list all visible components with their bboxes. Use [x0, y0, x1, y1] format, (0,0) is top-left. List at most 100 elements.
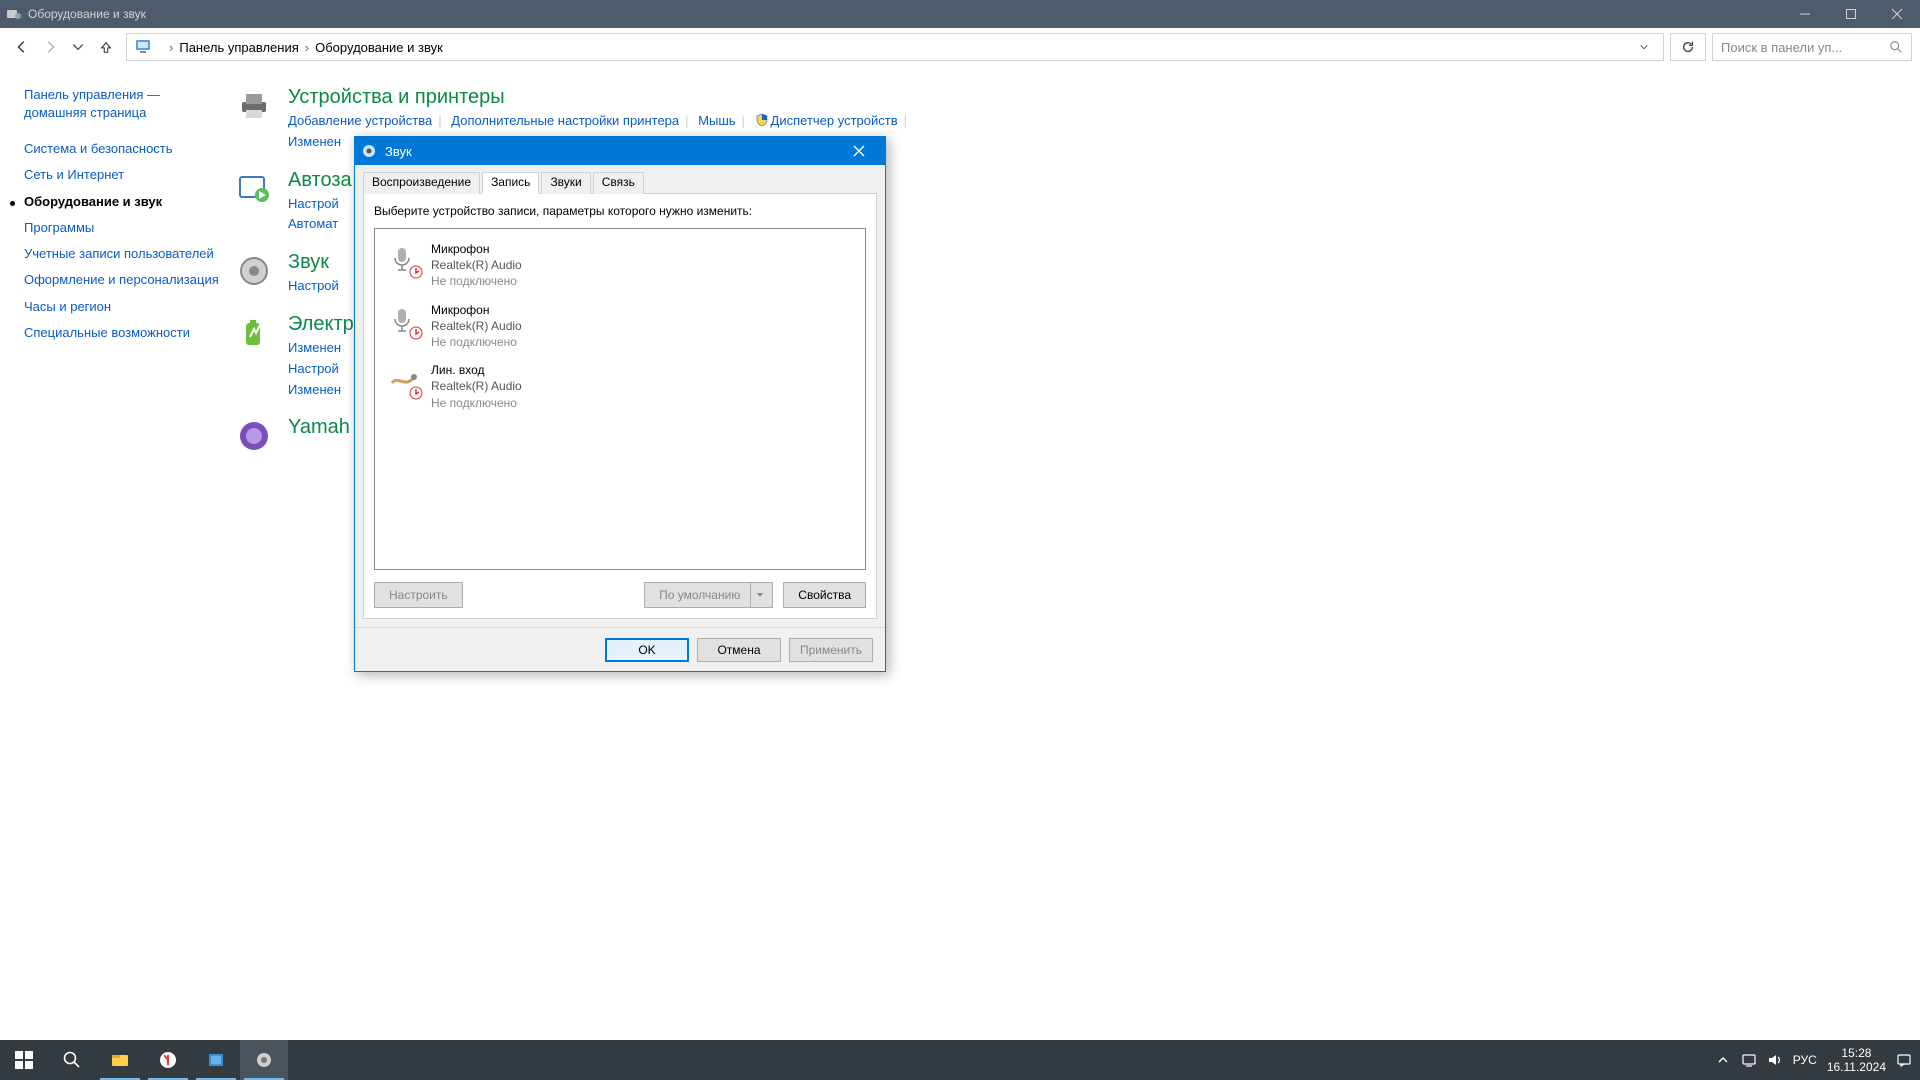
sidebar-item-system[interactable]: Система и безопасность: [24, 141, 222, 157]
link-add-device[interactable]: Добавление устройства: [288, 113, 432, 128]
properties-button[interactable]: Свойства: [783, 582, 866, 608]
sidebar-item-programs[interactable]: Программы: [24, 220, 222, 236]
notifications-button[interactable]: [1896, 1052, 1912, 1068]
apply-button[interactable]: Применить: [789, 638, 873, 662]
sidebar-item-accessibility[interactable]: Специальные возможности: [24, 325, 222, 341]
tab-playback[interactable]: Воспроизведение: [363, 172, 480, 194]
link-sound-setting[interactable]: Настрой: [288, 278, 339, 293]
dialog-footer: OK Отмена Применить: [355, 627, 885, 671]
link-autoplay-setting[interactable]: Настрой: [288, 196, 339, 211]
speaker-icon: [234, 251, 274, 291]
device-status: Не подключено: [431, 273, 522, 289]
line-in-icon: [385, 362, 421, 398]
search-icon: [1889, 40, 1903, 54]
microphone-icon: [385, 302, 421, 338]
maximize-button[interactable]: [1828, 0, 1874, 28]
forward-button[interactable]: [36, 33, 64, 61]
back-button[interactable]: [8, 33, 36, 61]
dialog-title: Звук: [385, 144, 412, 159]
volume-icon[interactable]: [1767, 1052, 1783, 1068]
link-device-manager[interactable]: Диспетчер устройств: [771, 113, 898, 128]
device-name: Микрофон: [431, 241, 522, 257]
history-dropdown[interactable]: [64, 33, 92, 61]
device-name: Микрофон: [431, 302, 522, 318]
disconnected-badge-icon: [409, 386, 423, 400]
taskbar: РУС 15:28 16.11.2024: [0, 1040, 1920, 1080]
taskbar-app-explorer[interactable]: [96, 1040, 144, 1080]
link-autoplay-auto[interactable]: Автомат: [288, 216, 338, 231]
tray-overflow-button[interactable]: [1715, 1052, 1731, 1068]
device-driver: Realtek(R) Audio: [431, 318, 522, 334]
device-driver: Realtek(R) Audio: [431, 378, 522, 394]
tab-recording[interactable]: Запись: [482, 172, 539, 194]
category-title[interactable]: Электр: [288, 313, 354, 336]
sidebar-item-clock[interactable]: Часы и регион: [24, 299, 222, 315]
recording-device-list[interactable]: Микрофон Realtek(R) Audio Не подключено …: [374, 228, 866, 570]
sidebar-item-network[interactable]: Сеть и Интернет: [24, 167, 222, 183]
breadcrumb-item[interactable]: Панель управления: [179, 40, 298, 55]
device-item[interactable]: Микрофон Realtek(R) Audio Не подключено: [381, 235, 859, 296]
start-button[interactable]: [0, 1040, 48, 1080]
device-item[interactable]: Лин. вход Realtek(R) Audio Не подключено: [381, 356, 859, 417]
configure-button[interactable]: Настроить: [374, 582, 463, 608]
breadcrumb-item[interactable]: Оборудование и звук: [315, 40, 443, 55]
sidebar-item-appearance[interactable]: Оформление и персонализация: [24, 272, 222, 288]
link-power-change2[interactable]: Изменен: [288, 382, 341, 397]
address-bar[interactable]: › Панель управления › Оборудование и зву…: [126, 33, 1664, 61]
cancel-button[interactable]: Отмена: [697, 638, 781, 662]
link-printer-settings[interactable]: Дополнительные настройки принтера: [451, 113, 679, 128]
taskbar-app-sound[interactable]: [240, 1040, 288, 1080]
autoplay-icon: [234, 169, 274, 209]
close-button[interactable]: [1874, 0, 1920, 28]
clock[interactable]: 15:28 16.11.2024: [1827, 1046, 1886, 1075]
navigation-toolbar: › Панель управления › Оборудование и зву…: [0, 28, 1920, 66]
device-status: Не подключено: [431, 395, 522, 411]
dialog-tabs: Воспроизведение Запись Звуки Связь: [363, 171, 877, 193]
link-power-change1[interactable]: Изменен: [288, 340, 341, 355]
search-placeholder: Поиск в панели уп...: [1721, 40, 1842, 55]
disconnected-badge-icon: [409, 326, 423, 340]
device-item[interactable]: Микрофон Realtek(R) Audio Не подключено: [381, 296, 859, 357]
yamaha-icon: [234, 416, 274, 456]
category-title[interactable]: Автоза: [288, 169, 352, 192]
dialog-close-button[interactable]: [839, 137, 879, 165]
tab-panel-recording: Выберите устройство записи, параметры ко…: [363, 193, 877, 619]
taskbar-app-yandex[interactable]: [144, 1040, 192, 1080]
link-mouse[interactable]: Мышь: [698, 113, 735, 128]
printer-icon: [234, 86, 274, 126]
clock-date: 16.11.2024: [1827, 1060, 1886, 1074]
network-icon[interactable]: [1741, 1052, 1757, 1068]
tab-communications[interactable]: Связь: [593, 172, 644, 194]
address-dropdown-button[interactable]: [1629, 34, 1659, 60]
link-change[interactable]: Изменен: [288, 134, 341, 149]
search-input[interactable]: Поиск в панели уп...: [1712, 33, 1912, 61]
sidebar-item-hardware[interactable]: Оборудование и звук: [24, 194, 222, 210]
category-title[interactable]: Yamah: [288, 416, 350, 439]
chevron-right-icon: ›: [169, 40, 173, 55]
sidebar-item-accounts[interactable]: Учетные записи пользователей: [24, 246, 222, 262]
disconnected-badge-icon: [409, 265, 423, 279]
link-power-setting[interactable]: Настрой: [288, 361, 339, 376]
sidebar-home-link[interactable]: Панель управления — домашняя страница: [24, 86, 222, 121]
device-driver: Realtek(R) Audio: [431, 257, 522, 273]
search-button[interactable]: [48, 1040, 96, 1080]
up-button[interactable]: [92, 33, 120, 61]
clock-time: 15:28: [1827, 1046, 1886, 1060]
taskbar-app-settings[interactable]: [192, 1040, 240, 1080]
shield-icon: [755, 113, 769, 127]
device-status: Не подключено: [431, 334, 522, 350]
language-indicator[interactable]: РУС: [1793, 1053, 1817, 1067]
category-title[interactable]: Устройства и принтеры: [288, 86, 913, 109]
dialog-titlebar[interactable]: Звук: [355, 137, 885, 165]
minimize-button[interactable]: [1782, 0, 1828, 28]
system-tray: РУС 15:28 16.11.2024: [1715, 1040, 1920, 1080]
window-title: Оборудование и звук: [28, 7, 146, 21]
tab-sounds[interactable]: Звуки: [541, 172, 590, 194]
ok-button[interactable]: OK: [605, 638, 689, 662]
battery-icon: [234, 313, 274, 353]
window-titlebar: Оборудование и звук: [0, 0, 1920, 28]
instructions-text: Выберите устройство записи, параметры ко…: [374, 204, 866, 218]
refresh-button[interactable]: [1670, 33, 1706, 61]
default-button[interactable]: По умолчанию: [644, 582, 773, 608]
device-name: Лин. вход: [431, 362, 522, 378]
